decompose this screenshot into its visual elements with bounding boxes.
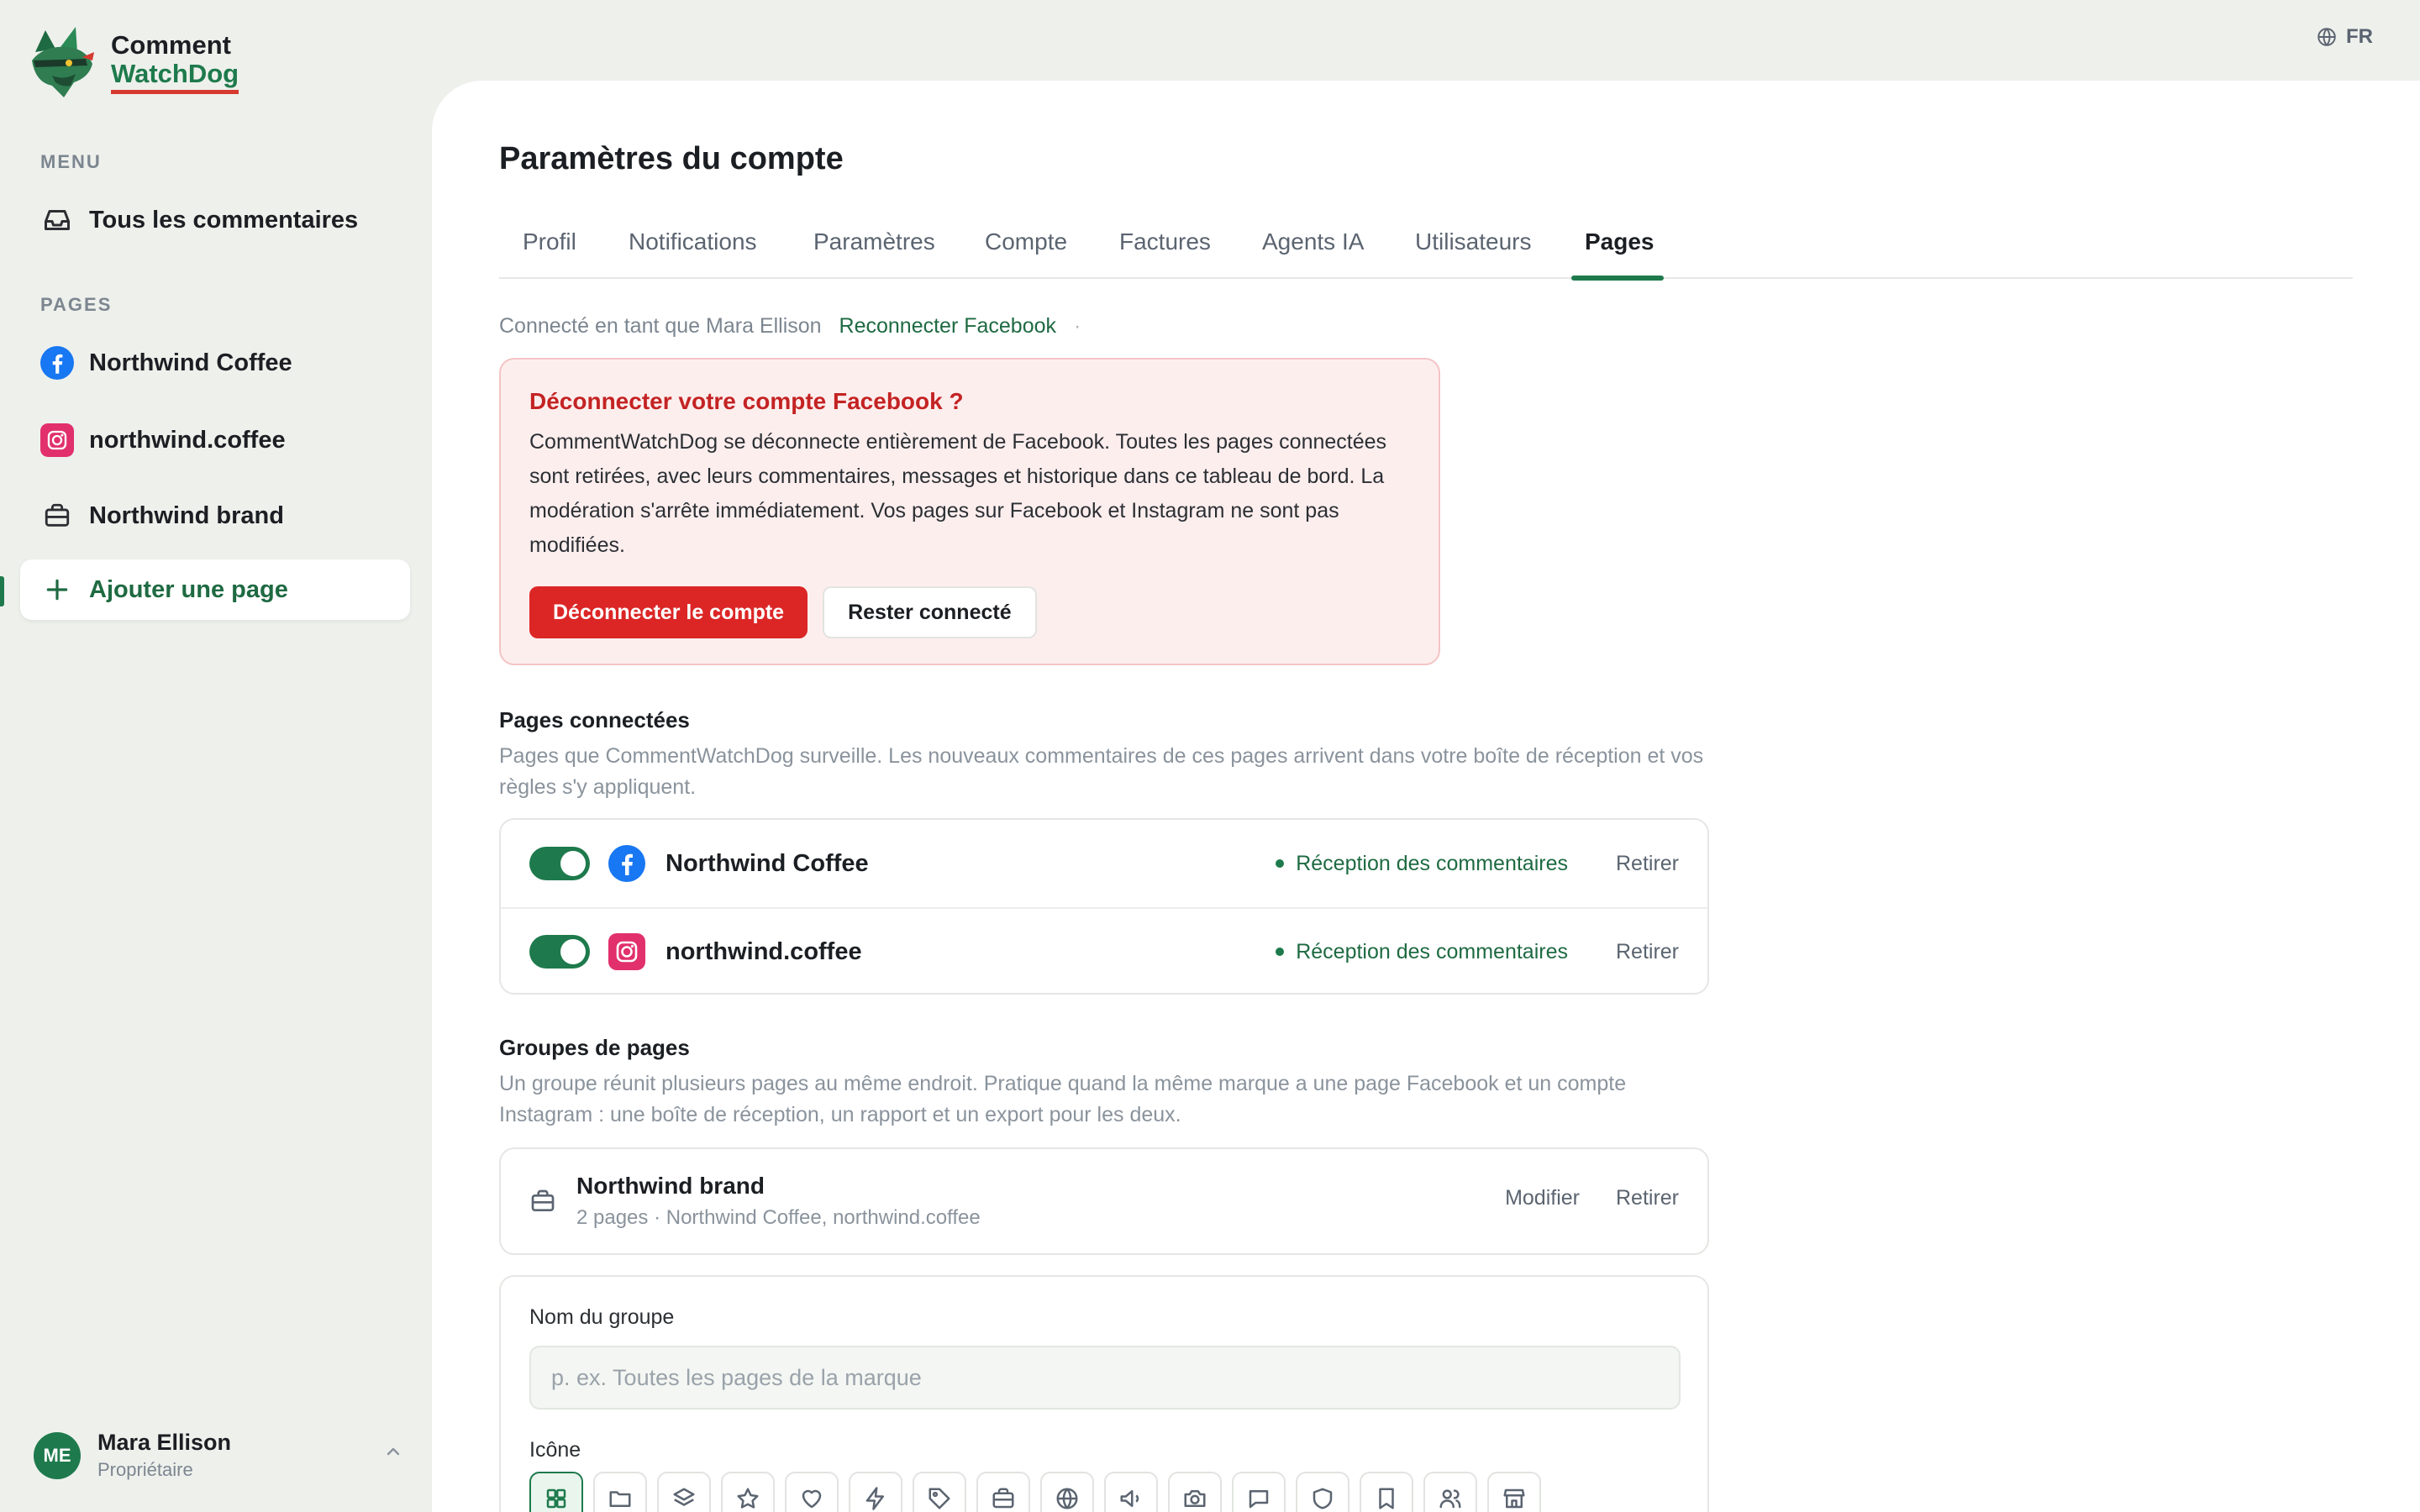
avatar: ME	[34, 1431, 81, 1479]
page-enabled-toggle[interactable]	[529, 847, 590, 880]
group-name: Northwind brand	[576, 1173, 765, 1199]
globe-icon	[2317, 28, 2336, 46]
logo-text-watchdog: WatchDog	[111, 59, 239, 94]
page-group-item: Northwind brand 2 pages · Northwind Coff…	[499, 1147, 1709, 1255]
list-item: Northwind Coffee Réception des commentai…	[501, 820, 1707, 907]
connected-pages-title: Pages connectées	[499, 707, 690, 732]
layers-icon[interactable]	[657, 1472, 711, 1512]
icon-picker	[529, 1472, 1551, 1512]
tab-factures[interactable]: Factures	[1119, 222, 1211, 279]
alert-body: CommentWatchDog se déconnecte entièremen…	[529, 430, 1387, 557]
sidebar: Comment WatchDog MENU Tous les commentai…	[0, 0, 429, 1512]
sidebar-item-northwind-brand[interactable]: Northwind brand	[20, 486, 410, 546]
page-groups-description: Un groupe réunit plusieurs pages au même…	[499, 1072, 1627, 1126]
megaphone-icon[interactable]	[1104, 1472, 1158, 1512]
briefcase-icon	[40, 499, 74, 533]
status-badge: Réception des commentaires	[1276, 852, 1568, 876]
grid-icon[interactable]	[529, 1472, 583, 1512]
camera-icon[interactable]	[1168, 1472, 1222, 1512]
stay-connected-button[interactable]: Rester connecté	[823, 586, 1037, 638]
sidebar-item-label: northwind.coffee	[89, 426, 286, 454]
alert-title: Déconnecter votre compte Facebook ?	[529, 388, 964, 414]
edit-group-button[interactable]: Modifier	[1505, 1186, 1580, 1210]
app-logo[interactable]: Comment WatchDog	[27, 27, 239, 97]
user-name: Mara Ellison	[97, 1430, 232, 1455]
sidebar-item-label: Northwind Coffee	[89, 349, 292, 376]
sidebar-item-northwind-coffee[interactable]: Northwind Coffee	[20, 333, 410, 393]
tab-compte[interactable]: Compte	[985, 222, 1067, 279]
tab-profil[interactable]: Profil	[523, 222, 576, 279]
menu-section-label: MENU	[40, 151, 102, 172]
disconnect-account-button[interactable]: Déconnecter le compte	[529, 586, 808, 638]
inbox-icon	[40, 203, 74, 237]
folder-icon[interactable]	[593, 1472, 647, 1512]
instagram-icon	[40, 423, 74, 457]
globe-icon[interactable]	[1040, 1472, 1094, 1512]
page-name: northwind.coffee	[666, 937, 862, 965]
briefcase-icon	[529, 1188, 556, 1219]
facebook-icon	[40, 346, 74, 380]
connected-as-text: Connecté en tant que Mara Ellison	[499, 314, 822, 338]
chevron-up-icon[interactable]	[383, 1441, 403, 1466]
tab-pages[interactable]: Pages	[1585, 222, 1655, 279]
facebook-icon	[608, 845, 645, 882]
status-badge: Réception des commentaires	[1276, 940, 1568, 964]
add-page-label: Ajouter une page	[89, 575, 288, 603]
page-enabled-toggle[interactable]	[529, 935, 590, 969]
bolt-icon[interactable]	[849, 1472, 902, 1512]
language-switcher[interactable]: FR	[2316, 25, 2373, 49]
users-icon[interactable]	[1423, 1472, 1477, 1512]
group-name-label: Nom du groupe	[529, 1305, 675, 1329]
sidebar-item-all-comments[interactable]: Tous les commentaires	[20, 190, 410, 250]
settings-tabs: Profil Notifications Paramètres Compte F…	[499, 222, 2353, 281]
connected-pages-description: Pages que CommentWatchDog surveille. Les…	[499, 744, 1704, 799]
dog-logo-icon	[32, 27, 94, 97]
add-page-button[interactable]: Ajouter une page	[20, 559, 410, 620]
disconnect-confirmation: Déconnecter votre compte Facebook ? Comm…	[499, 358, 1440, 665]
plus-icon	[40, 573, 74, 606]
chat-icon[interactable]	[1232, 1472, 1286, 1512]
user-role: Propriétaire	[97, 1459, 193, 1480]
shield-icon[interactable]	[1296, 1472, 1349, 1512]
sidebar-item-label: Tous les commentaires	[89, 206, 359, 234]
tab-notifications[interactable]: Notifications	[629, 222, 757, 279]
remove-page-button[interactable]: Retirer	[1616, 852, 1679, 876]
instagram-icon	[608, 933, 645, 970]
page-name: Northwind Coffee	[666, 849, 869, 877]
group-subtitle: 2 pages · Northwind Coffee, northwind.co…	[576, 1206, 981, 1229]
sidebar-item-label: Northwind brand	[89, 501, 284, 529]
bookmark-icon[interactable]	[1360, 1472, 1413, 1512]
new-group-form: Nom du groupe Icône	[499, 1275, 1709, 1512]
page-groups-title: Groupes de pages	[499, 1035, 690, 1060]
pages-section-label: PAGES	[40, 294, 113, 315]
language-label: FR	[2346, 25, 2373, 48]
separator: ·	[1073, 314, 1081, 338]
sidebar-item-northwind-instagram[interactable]: northwind.coffee	[20, 410, 410, 470]
group-name-input[interactable]	[529, 1346, 1681, 1410]
tab-utilisateurs[interactable]: Utilisateurs	[1415, 222, 1531, 279]
active-tab-underline	[1571, 276, 1664, 281]
tag-icon[interactable]	[913, 1472, 966, 1512]
logo-text-comment: Comment	[111, 29, 231, 60]
connected-pages-list: Northwind Coffee Réception des commentai…	[499, 818, 1709, 995]
star-icon[interactable]	[721, 1472, 775, 1512]
icon-label: Icône	[529, 1438, 581, 1462]
user-menu[interactable]: ME Mara Ellison Propriétaire	[34, 1430, 403, 1481]
page-title: Paramètres du compte	[499, 141, 844, 176]
remove-group-button[interactable]: Retirer	[1616, 1186, 1679, 1210]
list-item: northwind.coffee Réception des commentai…	[501, 907, 1707, 995]
connected-status: Connecté en tant que Mara Ellison Reconn…	[499, 314, 1081, 339]
heart-icon[interactable]	[785, 1472, 839, 1512]
remove-page-button[interactable]: Retirer	[1616, 940, 1679, 964]
briefcase-icon[interactable]	[976, 1472, 1030, 1512]
active-indicator	[0, 576, 4, 606]
reconnect-facebook-link[interactable]: Reconnecter Facebook	[839, 314, 1056, 338]
store-icon[interactable]	[1487, 1472, 1541, 1512]
tab-agents-ia[interactable]: Agents IA	[1262, 222, 1364, 279]
tab-parametres[interactable]: Paramètres	[813, 222, 935, 279]
main-panel: Paramètres du compte Profil Notification…	[432, 81, 2420, 1512]
